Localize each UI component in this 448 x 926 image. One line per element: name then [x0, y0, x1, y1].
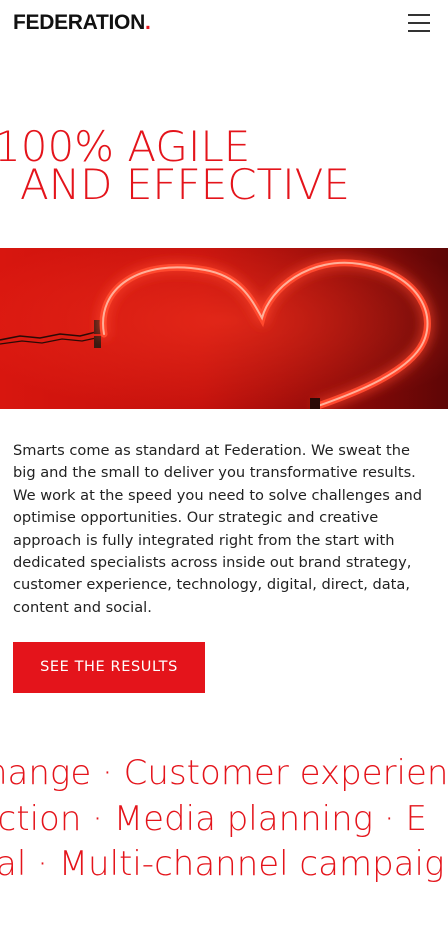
neon-heart-icon — [0, 248, 448, 409]
hamburger-menu-icon[interactable] — [408, 12, 430, 32]
site-header: FEDERATION. — [0, 0, 448, 48]
logo-text: FEDERATION — [13, 11, 145, 34]
services-ticker: hange · Customer experience uction · Med… — [0, 750, 448, 900]
federation-logo[interactable]: FEDERATION. — [13, 10, 151, 36]
neon-heart-image — [0, 248, 448, 409]
ticker-line-2: uction · Media planning · E — [0, 799, 427, 839]
intro-paragraph: Smarts come as standard at Federation. W… — [13, 442, 422, 616]
page-headline: 100% AGILE AND EFFECTIVE — [0, 128, 448, 204]
see-the-results-button[interactable]: SEE THE RESULTS — [13, 642, 205, 693]
headline-line-2: AND EFFECTIVE — [20, 160, 350, 205]
ticker-line-3: al · Multi-channel campaign — [0, 844, 448, 884]
ticker-line-1: hange · Customer experience — [0, 753, 448, 793]
logo-dot: . — [144, 11, 151, 34]
